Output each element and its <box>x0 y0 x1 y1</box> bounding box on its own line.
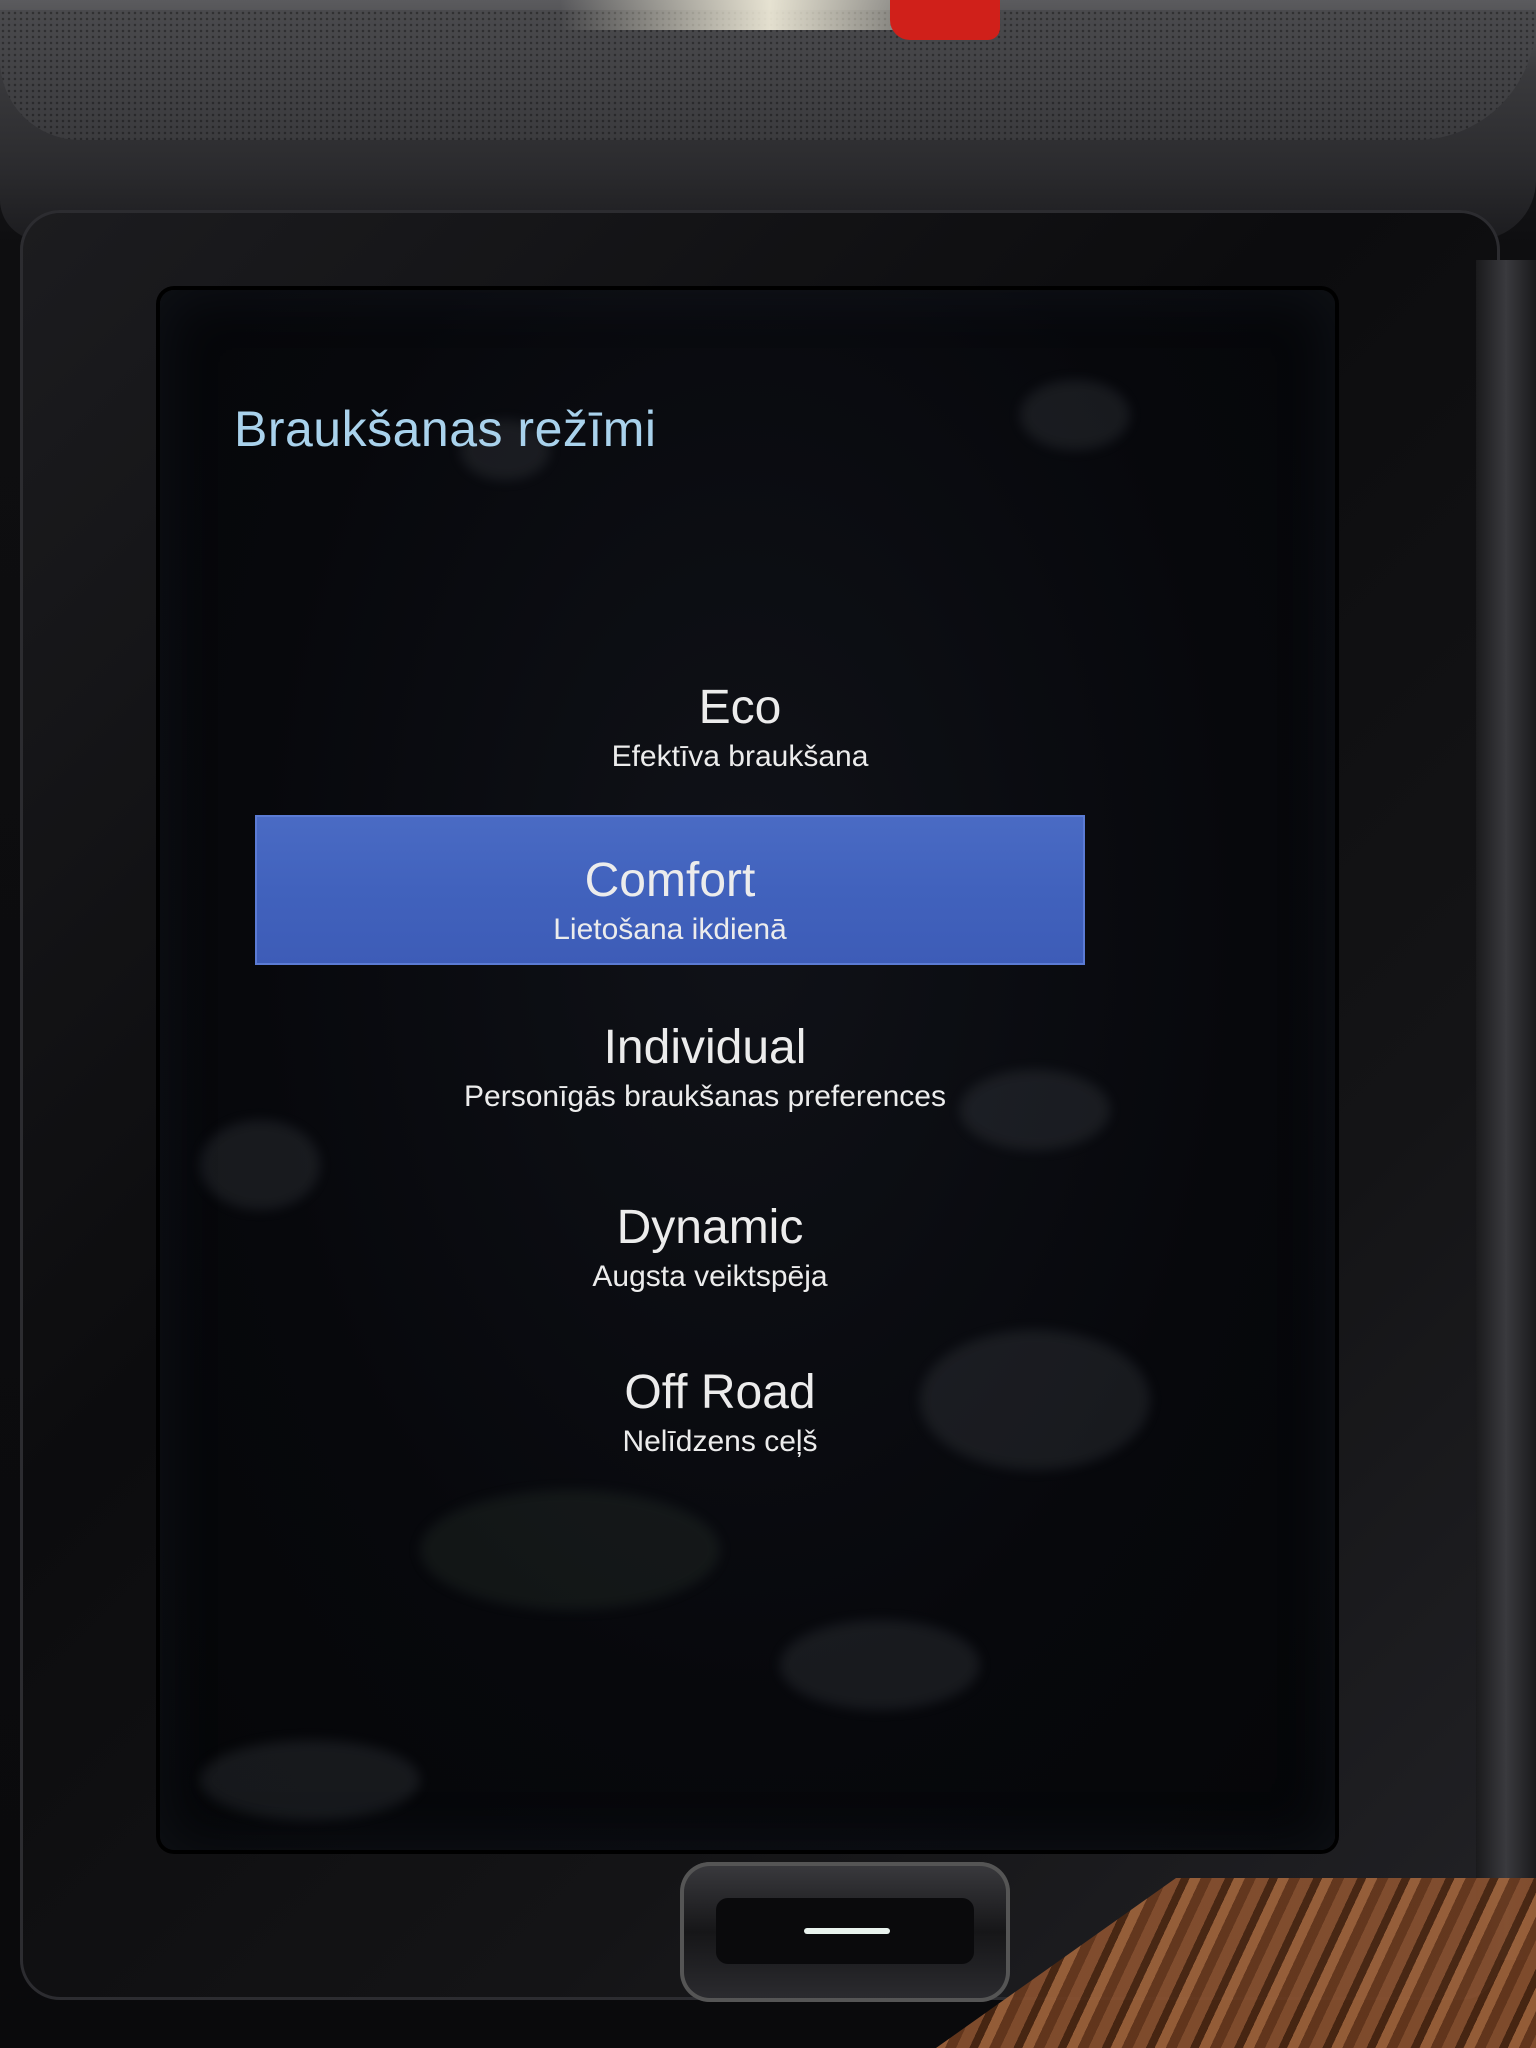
page-title: Braukšanas režīmi <box>234 401 657 457</box>
mode-description: Lietošana ikdienā <box>553 913 787 946</box>
drive-mode-off-road[interactable]: Off Road Nelīdzens ceļš <box>490 1365 950 1475</box>
mode-name: Off Road <box>624 1366 816 1419</box>
mode-name: Individual <box>603 1021 807 1074</box>
red-reflection <box>890 0 1000 40</box>
mode-description: Augsta veiktspēja <box>592 1260 828 1293</box>
drive-mode-dynamic[interactable]: Dynamic Augsta veiktspēja <box>460 1200 960 1310</box>
mode-name: Dynamic <box>616 1201 804 1254</box>
dashboard-top <box>0 0 1536 240</box>
infotainment-display: Braukšanas režīmi Eco Efektīva braukšana… <box>160 290 1335 1850</box>
drive-mode-eco[interactable]: Eco Efektīva braukšana <box>490 680 990 790</box>
smudge <box>420 1490 720 1610</box>
mode-name: Eco <box>698 681 782 734</box>
smudge <box>200 1120 320 1210</box>
home-button-face <box>716 1898 974 1964</box>
air-vent-trim <box>1476 260 1536 1960</box>
drive-mode-individual[interactable]: Individual Personīgās braukšanas prefere… <box>390 1020 1020 1130</box>
mode-description: Efektīva braukšana <box>611 740 869 773</box>
mode-description: Personīgās braukšanas preferences <box>464 1080 946 1113</box>
car-interior-scene: Braukšanas režīmi Eco Efektīva braukšana… <box>0 0 1536 2048</box>
smudge <box>920 1330 1150 1470</box>
smudge <box>1020 380 1130 450</box>
mode-description: Nelīdzens ceļš <box>622 1425 818 1458</box>
mode-name: Comfort <box>584 854 756 907</box>
drive-mode-comfort[interactable]: Comfort Lietošana ikdienā <box>255 815 1085 965</box>
home-bar-icon <box>804 1928 890 1934</box>
smudge <box>780 1620 980 1710</box>
smudge <box>200 1740 420 1820</box>
home-button[interactable] <box>680 1862 1010 2002</box>
